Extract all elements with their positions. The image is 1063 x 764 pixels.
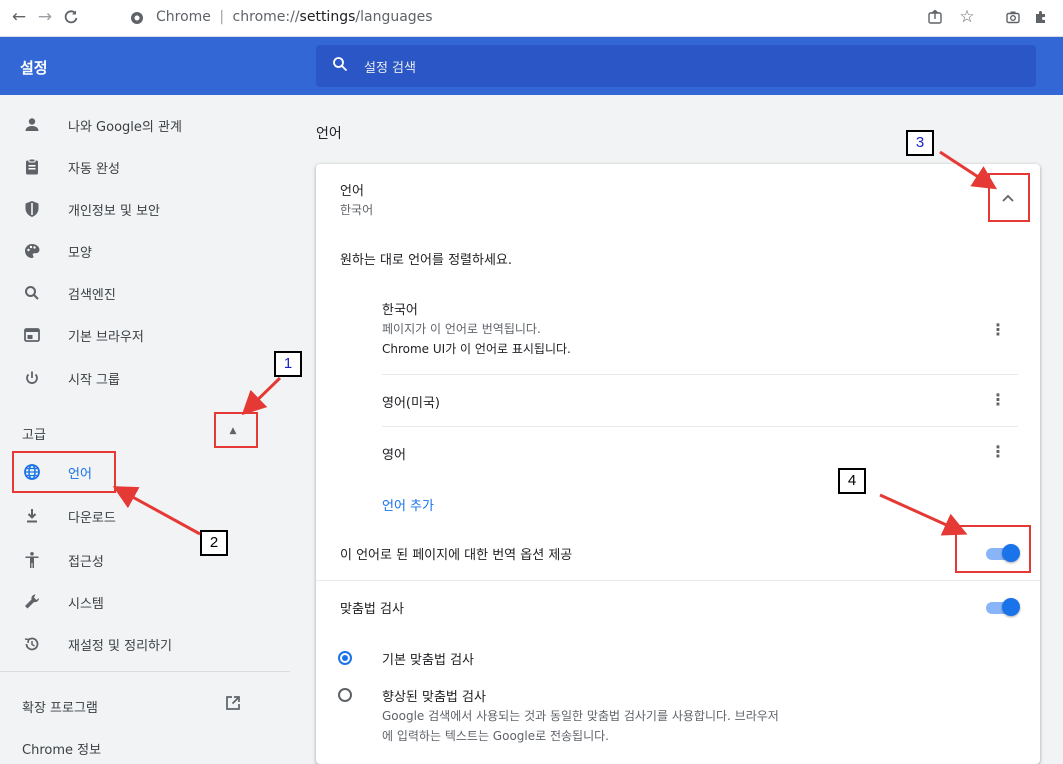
arrow-4	[879, 493, 968, 536]
arrow-3	[939, 150, 998, 190]
arrow-1	[241, 376, 282, 416]
arrow-2	[112, 486, 201, 536]
annotation-arrows	[112, 150, 998, 536]
